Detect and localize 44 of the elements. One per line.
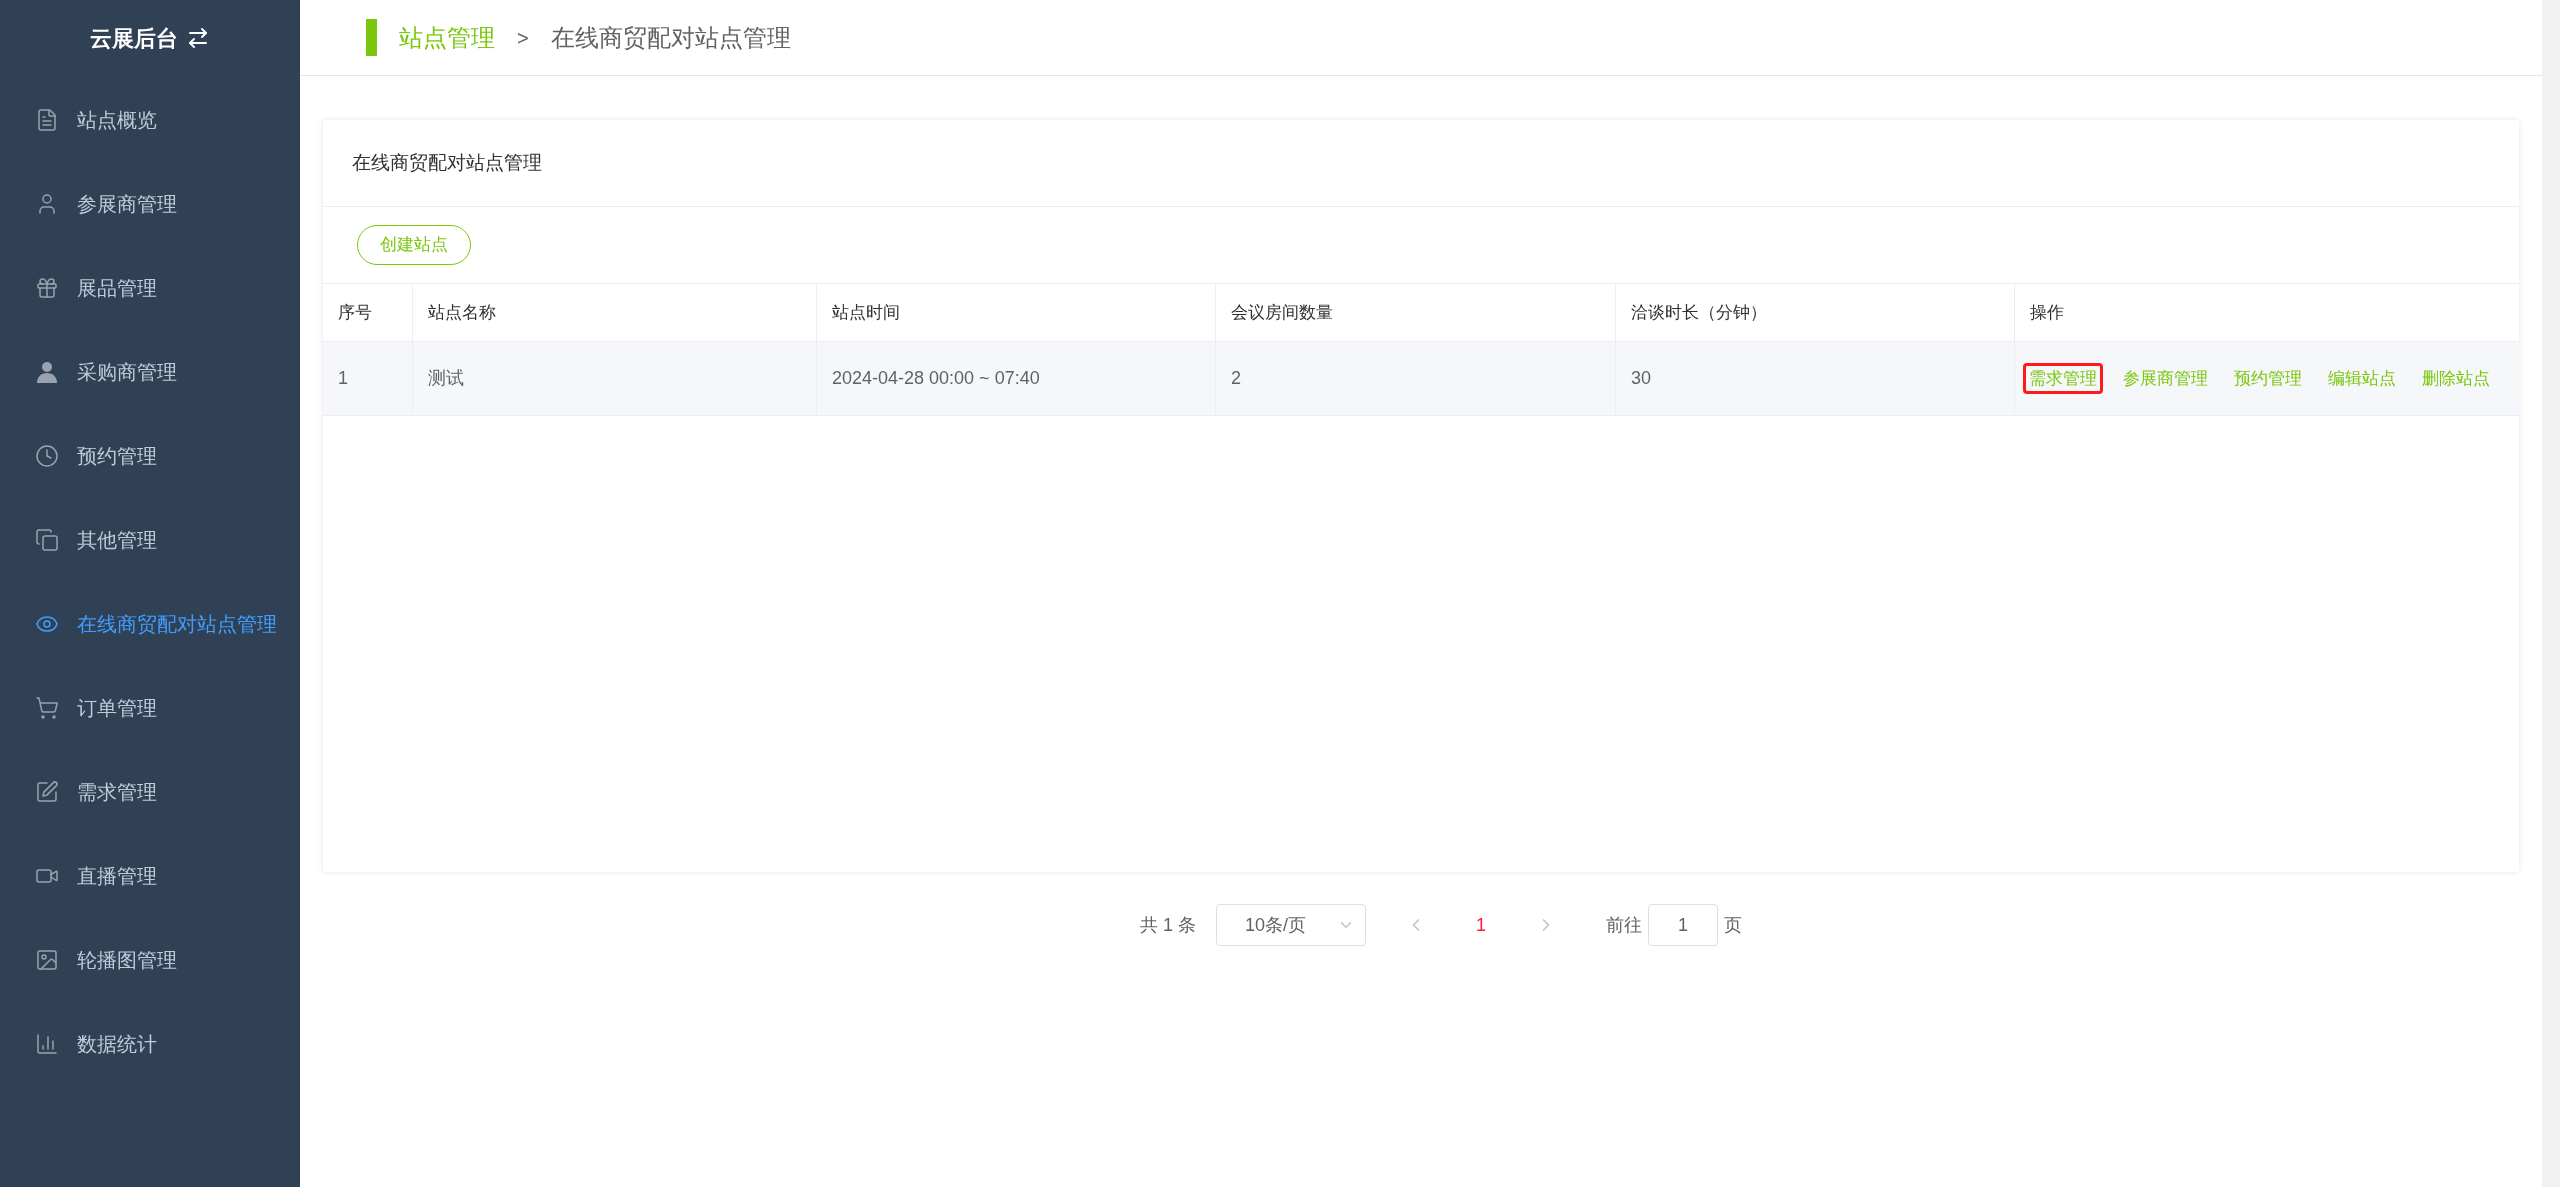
gift-icon: [35, 276, 59, 300]
sidebar-item[interactable]: 需求管理: [0, 750, 300, 834]
sidebar-item[interactable]: 轮播图管理: [0, 918, 300, 1002]
sidebar-item[interactable]: 在线商贸配对站点管理: [0, 582, 300, 666]
accent-bar: [366, 19, 377, 56]
breadcrumb-separator: >: [517, 25, 529, 51]
document-icon: [35, 108, 59, 132]
chart-icon: [35, 1032, 59, 1056]
app-title: 云展后台: [90, 24, 178, 53]
table-cell: 2: [1216, 342, 1616, 415]
page-size-select[interactable]: 10条/页: [1216, 904, 1366, 946]
sidebar-item[interactable]: 其他管理: [0, 498, 300, 582]
image-icon: [35, 948, 59, 972]
total-count: 共 1 条: [1140, 913, 1196, 937]
column-header: 洽谈时长（分钟）: [1616, 284, 2015, 341]
page-input[interactable]: 1: [1648, 904, 1718, 946]
sidebar-item[interactable]: 站点概览: [0, 78, 300, 162]
column-header: 站点名称: [413, 284, 817, 341]
card-title: 在线商贸配对站点管理: [352, 150, 542, 175]
sidebar-item[interactable]: 采购商管理: [0, 330, 300, 414]
column-header: 操作: [2029, 301, 2065, 324]
page-number[interactable]: 1: [1446, 911, 1516, 939]
copy-icon: [35, 528, 59, 552]
cart-icon: [35, 696, 59, 720]
person-icon: [35, 360, 59, 384]
sidebar-item[interactable]: 直播管理: [0, 834, 300, 918]
sidebar-item[interactable]: 预约管理: [0, 414, 300, 498]
edit-icon: [35, 780, 59, 804]
goto-label: 前往: [1606, 913, 1642, 937]
page-suffix: 页: [1724, 913, 1742, 937]
table-cell: 测试: [413, 342, 817, 415]
sidebar-item[interactable]: 订单管理: [0, 666, 300, 750]
column-header: 会议房间数量: [1216, 284, 1616, 341]
column-header: 序号: [323, 284, 413, 341]
clock-icon: [35, 444, 59, 468]
table-cell: 30: [1616, 342, 2015, 415]
table-cell: 1: [323, 342, 413, 415]
column-header: 站点时间: [817, 284, 1216, 341]
sidebar-item[interactable]: 数据统计: [0, 1002, 300, 1086]
sidebar-item[interactable]: 参展商管理: [0, 162, 300, 246]
sidebar-item[interactable]: 展品管理: [0, 246, 300, 330]
table-cell: 2024-04-28 00:00 ~ 07:40: [817, 342, 1216, 415]
breadcrumb-item: 在线商贸配对站点管理: [550, 22, 791, 53]
switch-icon[interactable]: [186, 26, 210, 50]
